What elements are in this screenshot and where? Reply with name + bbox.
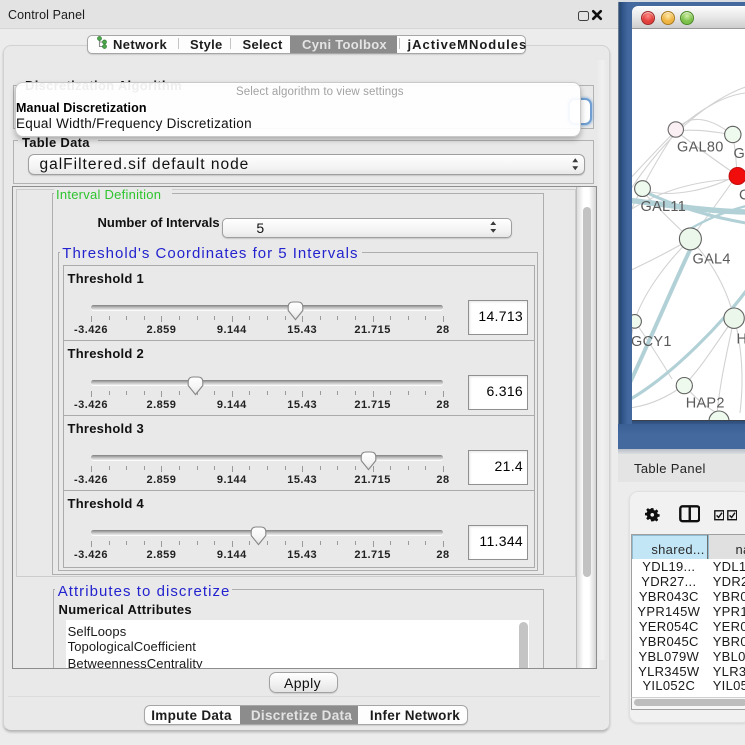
svg-text:H: H xyxy=(736,332,745,348)
svg-text:HAP2: HAP2 xyxy=(685,396,724,412)
svg-text:GA: GA xyxy=(733,146,745,162)
svg-text:GAL4: GAL4 xyxy=(692,252,730,268)
svg-text:C: C xyxy=(739,188,745,204)
svg-text:GCY1: GCY1 xyxy=(632,334,672,350)
svg-text:GAL80: GAL80 xyxy=(677,140,724,156)
svg-text:GAL11: GAL11 xyxy=(640,199,686,215)
